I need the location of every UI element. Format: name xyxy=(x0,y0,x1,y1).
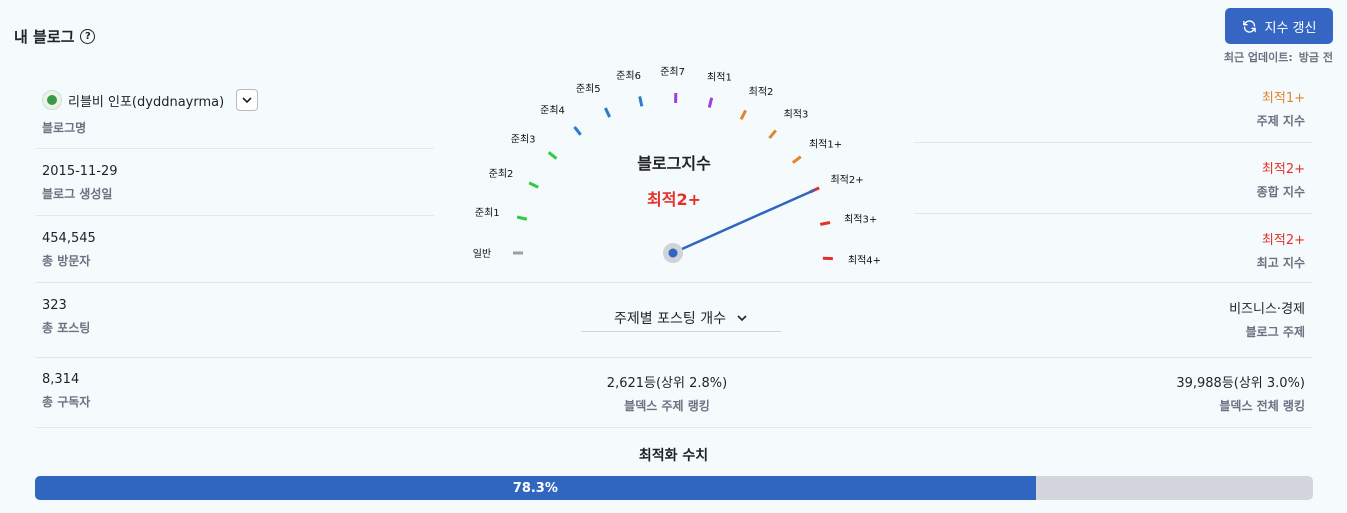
topic-ranking-section: 2,621등(상위 2.8%) 블덱스 주제 랭킹 xyxy=(567,372,767,414)
blog-created-label: 블로그 생성일 xyxy=(42,187,113,201)
chevron-down-icon xyxy=(242,97,252,104)
gauge-tick-label: 최적2+ xyxy=(830,174,863,186)
refresh-index-button[interactable]: 지수 갱신 xyxy=(1225,8,1333,44)
divider xyxy=(35,148,434,149)
max-index-value: 최적2+ xyxy=(1261,233,1305,248)
subscribers-value: 8,314 xyxy=(42,372,80,387)
refresh-button-label: 지수 갱신 xyxy=(1264,20,1317,36)
gauge-tick xyxy=(638,96,644,107)
refresh-icon xyxy=(1242,19,1256,33)
chevron-down-icon xyxy=(737,314,747,321)
divider xyxy=(35,215,434,216)
blog-avatar xyxy=(42,90,62,110)
blog-created-value: 2015-11-29 xyxy=(42,164,118,179)
topic-post-count-select[interactable]: 주제별 포스팅 개수 xyxy=(581,304,781,332)
optimization-title: 최적화 수치 xyxy=(638,448,709,464)
gauge-tick xyxy=(768,129,777,140)
gauge-tick xyxy=(516,215,528,221)
gauge-tick xyxy=(707,97,714,108)
gauge-tick xyxy=(573,125,582,136)
gauge-value: 최적2+ xyxy=(647,190,701,209)
visitors-value: 454,545 xyxy=(42,231,96,246)
topic-ranking-label: 블덱스 주제 랭킹 xyxy=(624,399,710,413)
divider xyxy=(914,213,1313,214)
optimization-percent: 78.3% xyxy=(512,480,558,496)
overall-index-section: 최적2+ 종합 지수 xyxy=(1257,158,1305,200)
optimization-progress-bar: 78.3% xyxy=(35,476,1313,500)
gauge-tick-label: 최적3+ xyxy=(844,213,877,225)
topic-index-value: 최적1+ xyxy=(1261,91,1305,106)
divider xyxy=(35,282,1313,283)
gauge-tick-label: 최적3 xyxy=(784,109,809,121)
total-ranking-value: 39,988등(상위 3.0%) xyxy=(1176,376,1305,391)
page-title: 내 블로그 xyxy=(14,28,75,46)
gauge-tick-label: 준최4 xyxy=(540,105,565,117)
max-index-label: 최고 지수 xyxy=(1256,256,1305,270)
overall-index-value: 최적2+ xyxy=(1261,162,1305,177)
overall-index-label: 종합 지수 xyxy=(1256,185,1305,199)
gauge-tick-label: 최적1+ xyxy=(809,138,842,150)
gauge-tick-label: 준최6 xyxy=(616,70,641,82)
last-updated: 최근 업데이트: 방금 전 xyxy=(1224,49,1333,65)
blog-subject-label: 블로그 주제 xyxy=(1245,325,1305,339)
subscribers-label: 총 구독자 xyxy=(42,395,91,409)
gauge-hub-dot xyxy=(668,248,678,258)
visitors-label: 총 방문자 xyxy=(42,254,91,268)
topic-index-label: 주제 지수 xyxy=(1256,114,1305,128)
gauge-tick-label: 최적2 xyxy=(749,86,774,98)
last-updated-label: 최근 업데이트: xyxy=(1223,51,1293,64)
total-ranking-section: 39,988등(상위 3.0%) 블덱스 전체 랭킹 xyxy=(1176,372,1305,414)
topic-index-section: 최적1+ 주제 지수 xyxy=(1257,87,1305,129)
blog-subject-value: 비즈니스·경제 xyxy=(1229,302,1305,317)
optimization-progress-fill: 78.3% xyxy=(35,476,1036,500)
posts-label: 총 포스팅 xyxy=(42,321,91,335)
header: 내 블로그 ? xyxy=(14,26,96,47)
posts-section: 323 총 포스팅 xyxy=(42,298,90,336)
divider xyxy=(35,427,1313,428)
gauge-title: 블로그지수 xyxy=(637,154,711,173)
divider xyxy=(35,357,1313,358)
gauge-tick xyxy=(604,107,611,118)
posts-value: 323 xyxy=(42,298,67,313)
blog-name: 리블비 인포(dyddnayrma) xyxy=(68,94,225,110)
blog-select-dropdown[interactable] xyxy=(236,89,259,111)
gauge-tick-label: 최적1 xyxy=(707,71,732,83)
gauge-tick-label: 준최7 xyxy=(660,66,685,78)
gauge-tick xyxy=(819,220,831,226)
max-index-section: 최적2+ 최고 지수 xyxy=(1257,229,1305,271)
total-ranking-label: 블덱스 전체 랭킹 xyxy=(1219,399,1305,413)
gauge-tick-label: 준최3 xyxy=(511,133,536,145)
blog-name-label: 블로그명 xyxy=(42,121,87,135)
blog-name-section: 리블비 인포(dyddnayrma) 블로그명 xyxy=(42,89,259,136)
topic-select-label: 주제별 포스팅 개수 xyxy=(614,310,726,327)
gauge-tick-label: 일반 xyxy=(473,248,491,260)
blog-created-section: 2015-11-29 블로그 생성일 xyxy=(42,164,118,202)
blog-subject-section: 비즈니스·경제 블로그 주제 xyxy=(1229,298,1305,340)
topic-ranking-value: 2,621등(상위 2.8%) xyxy=(606,376,728,391)
gauge-tick-label: 최적4+ xyxy=(848,254,881,266)
gauge-tick xyxy=(739,109,747,121)
divider xyxy=(914,142,1313,143)
last-updated-value: 방금 전 xyxy=(1298,51,1333,64)
visitors-section: 454,545 총 방문자 xyxy=(42,231,96,269)
help-icon[interactable]: ? xyxy=(80,29,96,44)
blog-index-gauge: 일반 준최1 준최2 준최3 준최4 준최5 준최6 준최7 최적1 최적2 최적3 최적1+ 최적2+… xyxy=(434,55,914,280)
gauge-tick-label: 준최5 xyxy=(576,83,601,95)
subscribers-section: 8,314 총 구독자 xyxy=(42,372,90,410)
